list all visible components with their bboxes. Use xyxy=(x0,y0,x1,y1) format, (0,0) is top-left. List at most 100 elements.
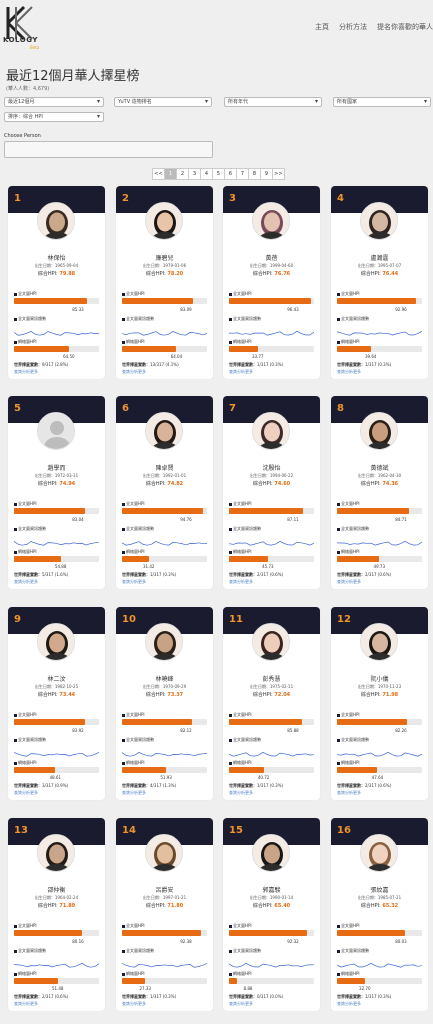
person-card[interactable]: 16 張紋嘉 出生日期：1985-07-21 綜合HPI: 65.32 全文量HPI 80… xyxy=(331,818,428,1011)
person-card[interactable]: 1 林保怡 出生日期：1965-09-04 綜合HPI: 79.88 全文量HPI 85.… xyxy=(8,186,105,379)
person-card[interactable]: 3 黃蓓 出生日期：1999-04-60 綜合HPI: 76.76 全文量HPI 96.4… xyxy=(223,186,320,379)
region-select[interactable]: 所有國家 xyxy=(333,97,431,107)
world-rank: 世界擇星實數：2/317 (0.6%) xyxy=(337,783,391,789)
person-card[interactable]: 7 沈殷怡 出生日期：1994-06-22 綜合HPI: 74.60 全文量HPI 87.… xyxy=(223,396,320,589)
person-name[interactable]: 林保怡 xyxy=(8,253,105,262)
birth-date: 出生日期：1995-07-07 xyxy=(331,263,428,269)
world-rank-value: 1/317 (0.3%) xyxy=(365,994,392,999)
nav-nominate[interactable]: 提名你喜歡的華人 xyxy=(377,22,433,32)
more-analysis-link[interactable]: 查詢分析更多 xyxy=(14,369,38,375)
world-rank-label: 世界擇星實數： xyxy=(122,783,150,788)
more-analysis-link[interactable]: 查詢分析更多 xyxy=(122,579,146,585)
more-analysis-link[interactable]: 查詢分析更多 xyxy=(14,1001,38,1007)
birth-date: 出生日期：1999-04-60 xyxy=(223,263,320,269)
person-card[interactable]: 12 阮小儀 出生日期：1970-11-23 綜合HPI: 71.98 全文量HPI 82… xyxy=(331,607,428,800)
birth-date-value: 1992-01-01 xyxy=(162,473,187,478)
fulltext-hpi-label: 全文量HPI xyxy=(14,923,37,929)
trend-sparkline xyxy=(13,954,100,968)
more-analysis-link[interactable]: 查詢分析更多 xyxy=(337,579,361,585)
overall-hpi: 綜合HPI: 74.82 xyxy=(116,480,213,487)
world-rank-value: 1/317 (0.3%) xyxy=(257,362,284,367)
birth-date-value: 1979-01-06 xyxy=(162,263,187,268)
person-name[interactable]: 阮小儀 xyxy=(331,674,428,683)
birth-date-label: 出生日期： xyxy=(249,895,270,900)
more-analysis-link[interactable]: 查詢分析更多 xyxy=(229,790,253,796)
sort-select[interactable]: 排序：综合 HPI xyxy=(4,112,104,122)
person-card[interactable]: 13 邵仲衡 出生日期：1964-02-24 綜合HPI: 71.89 全文量HPI 80… xyxy=(8,818,105,1011)
overall-hpi-label: 綜合HPI: xyxy=(145,271,168,277)
rank-number: 6 xyxy=(122,403,129,414)
person-name[interactable]: 盧瀚霆 xyxy=(331,253,428,262)
overall-hpi-value: 78.20 xyxy=(167,271,184,277)
network-hpi-bar xyxy=(337,346,422,352)
person-name[interactable]: 呂爵安 xyxy=(116,885,213,894)
person-name[interactable]: 趙學而 xyxy=(8,463,105,472)
person-card[interactable]: 10 林曉峰 出生日期：1970-09-29 綜合HPI: 73.37 全文量HPI 82… xyxy=(116,607,213,800)
birth-date-label: 出生日期： xyxy=(357,473,378,478)
network-hpi-fill xyxy=(122,346,177,352)
trend-sparkline xyxy=(336,532,423,546)
person-name[interactable]: 張紋嘉 xyxy=(331,885,428,894)
network-hpi-fill xyxy=(337,978,365,984)
more-analysis-link[interactable]: 查詢分析更多 xyxy=(337,790,361,796)
fulltext-hpi-value: 94.76 xyxy=(180,517,192,522)
period-select[interactable]: 最近12個月 xyxy=(4,97,104,107)
person-card[interactable]: 2 廉碧兒 出生日期：1979-01-06 綜合HPI: 78.20 全文量HPI 83.… xyxy=(116,186,213,379)
nav-method[interactable]: 分析方法 xyxy=(339,22,367,32)
more-analysis-link[interactable]: 查詢分析更多 xyxy=(229,579,253,585)
person-card[interactable]: 14 呂爵安 出生日期：1997-01-21 綜合HPI: 71.80 全文量HPI 92… xyxy=(116,818,213,1011)
overall-hpi: 綜合HPI: 76.76 xyxy=(223,270,320,277)
more-analysis-link[interactable]: 查詢分析更多 xyxy=(229,369,253,375)
person-card[interactable]: 11 彭秀慧 出生日期：1975-02-11 綜合HPI: 72.04 全文量HPI 85… xyxy=(223,607,320,800)
fulltext-hpi-fill xyxy=(14,508,85,514)
more-analysis-link[interactable]: 查詢分析更多 xyxy=(337,1001,361,1007)
person-name[interactable]: 林二汶 xyxy=(8,674,105,683)
person-name[interactable]: 邵仲衡 xyxy=(8,885,105,894)
person-name[interactable]: 黃蓓 xyxy=(223,253,320,262)
more-analysis-link[interactable]: 查詢分析更多 xyxy=(122,369,146,375)
birth-date-label: 出生日期： xyxy=(357,684,378,689)
network-hpi-bar xyxy=(229,978,314,984)
network-hpi-label: 網絡量HPI xyxy=(337,339,360,345)
platform-select[interactable]: YuTV 造物排名 xyxy=(114,97,212,107)
person-card[interactable]: 15 郭嘉駿 出生日期：1990-01-14 綜合HPI: 65.40 全文量HPI 92… xyxy=(223,818,320,1011)
person-card[interactable]: 9 林二汶 出生日期：1982-10-25 綜合HPI: 73.44 全文量HPI 83.… xyxy=(8,607,105,800)
person-card[interactable]: 5 趙學而 出生日期：1972-03-31 綜合HPI: 74.94 全文量HPI 83.… xyxy=(8,396,105,589)
birth-date-label: 出生日期： xyxy=(142,895,163,900)
world-rank-value: 2/317 (0.6%) xyxy=(365,783,392,788)
more-analysis-link[interactable]: 查詢分析更多 xyxy=(337,369,361,375)
more-analysis-link[interactable]: 查詢分析更多 xyxy=(122,790,146,796)
person-card[interactable]: 6 陳卓賢 出生日期：1992-01-01 綜合HPI: 74.82 全文量HPI 94.… xyxy=(116,396,213,589)
person-name[interactable]: 陳卓賢 xyxy=(116,463,213,472)
page-button[interactable]: >> xyxy=(272,168,285,180)
avatar xyxy=(37,834,75,872)
rank-number: 7 xyxy=(229,403,236,414)
person-name[interactable]: 廉碧兒 xyxy=(116,253,213,262)
fulltext-hpi-label: 全文量HPI xyxy=(229,712,252,718)
world-rank-value: 9/317 (2.8%) xyxy=(42,362,69,367)
person-name[interactable]: 沈殷怡 xyxy=(223,463,320,472)
person-name[interactable]: 彭秀慧 xyxy=(223,674,320,683)
fulltext-hpi-label: 全文量HPI xyxy=(229,291,252,297)
person-name[interactable]: 黃德斌 xyxy=(331,463,428,472)
more-analysis-link[interactable]: 查詢分析更多 xyxy=(229,1001,253,1007)
birth-date-label: 出生日期： xyxy=(249,684,270,689)
choose-person-input[interactable] xyxy=(4,141,213,158)
person-card[interactable]: 8 黃德斌 出生日期：1962-04-30 綜合HPI: 74.36 全文量HPI 84.… xyxy=(331,396,428,589)
more-analysis-link[interactable]: 查詢分析更多 xyxy=(14,579,38,585)
person-card[interactable]: 4 盧瀚霆 出生日期：1995-07-07 綜合HPI: 76.44 全文量HPI 92.… xyxy=(331,186,428,379)
birth-date-value: 1962-04-30 xyxy=(377,473,402,478)
age-select[interactable]: 所有年代 xyxy=(224,97,322,107)
person-name[interactable]: 郭嘉駿 xyxy=(223,885,320,894)
person-name[interactable]: 林曉峰 xyxy=(116,674,213,683)
more-analysis-link[interactable]: 查詢分析更多 xyxy=(122,1001,146,1007)
nav-home[interactable]: 主頁 xyxy=(315,22,329,32)
birth-date-value: 1972-03-31 xyxy=(54,473,79,478)
world-rank: 世界擇星實數：1/317 (0.3%) xyxy=(337,362,391,368)
rank-number: 5 xyxy=(14,403,21,414)
overall-hpi-value: 76.76 xyxy=(274,271,291,277)
trend-sparkline xyxy=(228,743,315,757)
world-rank: 世界擇星實數：1/317 (0.3%) xyxy=(337,994,391,1000)
more-analysis-link[interactable]: 查詢分析更多 xyxy=(14,790,38,796)
world-rank-label: 世界擇星實數： xyxy=(122,362,150,367)
